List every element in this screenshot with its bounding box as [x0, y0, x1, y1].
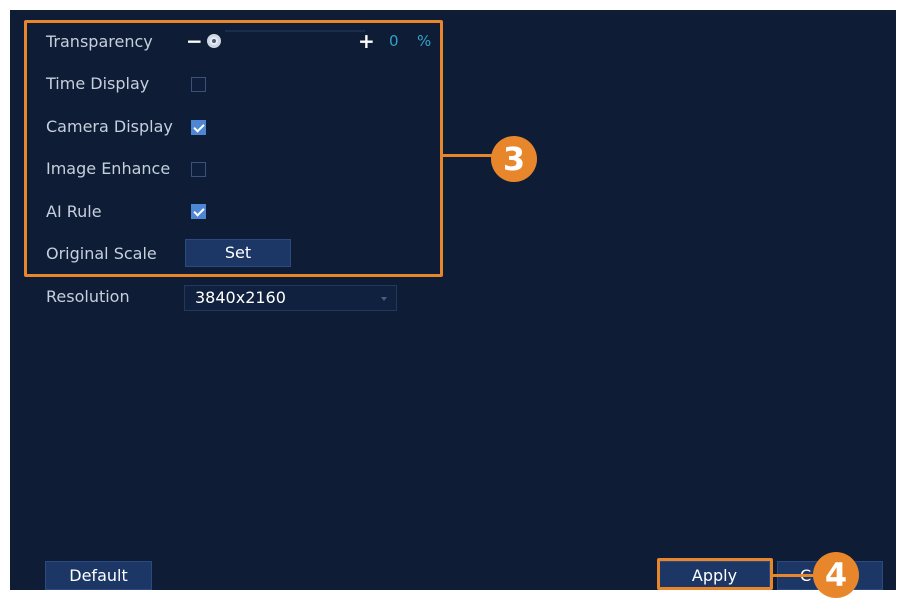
- callout-badge-4: 4: [813, 552, 859, 598]
- resolution-label: Resolution: [46, 287, 130, 306]
- chevron-down-icon: [381, 297, 387, 301]
- callout-line-3: [443, 154, 493, 157]
- default-button[interactable]: Default: [45, 561, 152, 590]
- callout-badge-3: 3: [491, 136, 537, 182]
- resolution-dropdown[interactable]: 3840x2160: [184, 285, 397, 311]
- callout-box-4: [657, 558, 773, 590]
- callout-box-3: [24, 20, 443, 277]
- resolution-value: 3840x2160: [195, 288, 286, 307]
